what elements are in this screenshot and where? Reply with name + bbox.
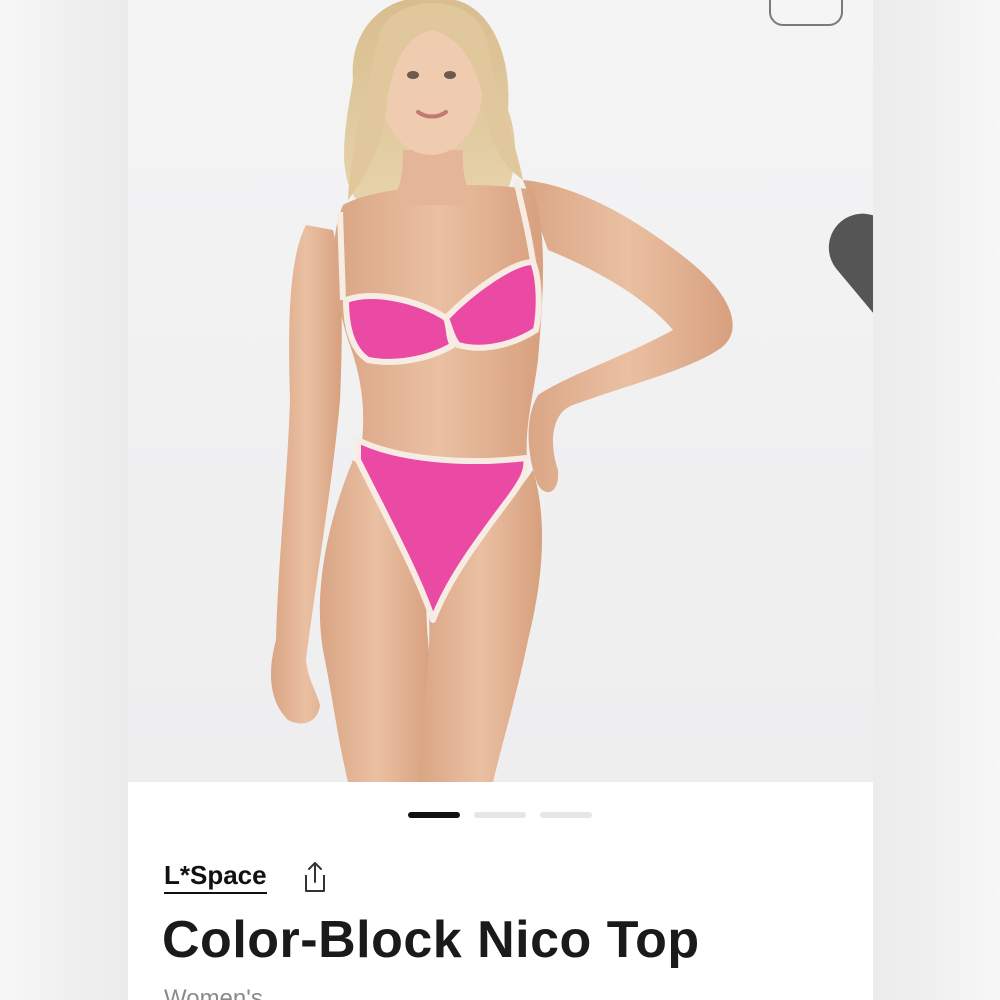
gallery-pagination	[128, 812, 873, 822]
right-backdrop	[872, 0, 1000, 1000]
left-backdrop	[0, 0, 128, 1000]
product-category: Women's	[164, 985, 263, 1000]
expand-icon	[828, 213, 873, 313]
expand-button[interactable]	[769, 0, 873, 313]
gallery-dot-2[interactable]	[474, 812, 526, 818]
brand-link[interactable]: L*Space	[164, 860, 267, 894]
product-screen: L*Space Color-Block Nico Top Women's	[128, 0, 873, 1000]
gallery-dot-3[interactable]	[540, 812, 592, 818]
product-title: Color-Block Nico Top	[162, 911, 700, 969]
model-illustration	[128, 0, 873, 782]
product-photo[interactable]	[128, 0, 873, 782]
share-icon[interactable]	[300, 860, 330, 894]
gallery-dot-1[interactable]	[408, 812, 460, 818]
